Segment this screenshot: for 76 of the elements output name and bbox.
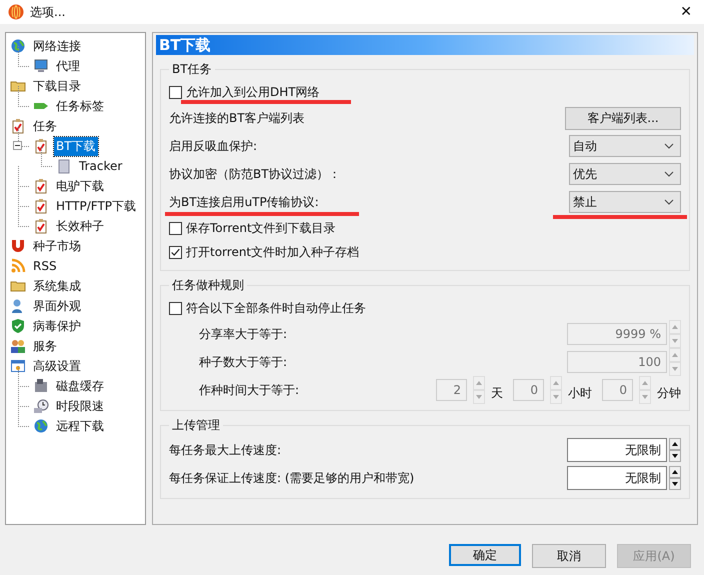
chevron-down-icon xyxy=(664,171,674,177)
tree-item[interactable]: Tracker xyxy=(77,158,124,174)
field-label: 每任务最大上传速度: xyxy=(169,442,282,458)
rss-icon xyxy=(10,258,26,274)
people-icon xyxy=(10,338,26,354)
chevron-down-icon xyxy=(664,143,674,149)
globe-icon xyxy=(33,418,49,434)
checkbox[interactable] xyxy=(169,222,182,234)
field-label: 作种时间大于等于: xyxy=(199,382,300,398)
tree-item[interactable]: 远程下载 xyxy=(54,416,106,436)
field-label: 协议加密（防范BT协议过滤）： xyxy=(169,166,341,182)
tree-item[interactable]: 下载目录 xyxy=(31,76,83,96)
field-label: 种子数大于等于: xyxy=(199,354,288,370)
box-icon xyxy=(56,158,72,174)
clip-icon xyxy=(10,118,26,134)
spin-arrows-icon[interactable] xyxy=(669,466,681,490)
monitor-icon xyxy=(33,58,49,74)
dialog-button[interactable]: 确定 xyxy=(449,544,521,566)
clip-icon xyxy=(33,218,49,234)
tree-item[interactable]: 高级设置 xyxy=(31,356,83,376)
clip-icon xyxy=(33,198,49,214)
tree-item[interactable]: 种子市场 xyxy=(31,236,83,256)
spin-arrows-icon[interactable] xyxy=(669,438,681,462)
checkbox-label: 允许加入到公用DHT网络 xyxy=(186,84,320,100)
close-button[interactable]: ✕ xyxy=(680,4,696,20)
group-title: 任务做种规则 xyxy=(171,277,245,294)
field-label: 启用反吸血保护: xyxy=(169,138,258,154)
unit-label: 小时 xyxy=(568,384,592,402)
tree-item[interactable]: 服务 xyxy=(31,336,59,356)
tree-item[interactable]: 时段限速 xyxy=(54,396,106,416)
tree-item[interactable]: 网络连接 xyxy=(31,36,83,56)
tree-item[interactable]: RSS xyxy=(31,258,59,274)
checkbox-label: 符合以下全部条件时自动停止任务 xyxy=(186,300,366,316)
clock-icon xyxy=(33,398,49,414)
group-title: BT任务 xyxy=(171,61,213,78)
window-icon xyxy=(10,358,26,374)
checkbox[interactable] xyxy=(169,86,182,98)
page-header: BT下载 xyxy=(156,35,694,55)
clip-icon xyxy=(33,138,49,154)
speed-field[interactable]: 无限制 xyxy=(567,438,667,462)
unit-label: 天 xyxy=(491,384,503,402)
client-list-button[interactable]: 客户端列表... xyxy=(565,106,681,130)
tree-item[interactable]: 病毒保护 xyxy=(31,316,83,336)
shield-icon xyxy=(10,318,26,334)
unit-label: 分钟 xyxy=(657,384,681,402)
collapse-toggle[interactable] xyxy=(13,141,22,150)
clip-icon xyxy=(33,178,49,194)
disk-icon xyxy=(33,378,49,394)
group-title: 上传管理 xyxy=(171,417,221,434)
dropdown[interactable]: 禁止 xyxy=(569,191,681,213)
magnet-icon xyxy=(10,238,26,254)
tree-item[interactable]: 长效种子 xyxy=(54,216,106,236)
checkbox[interactable] xyxy=(169,246,182,258)
field-label: 每任务保证上传速度: (需要足够的用户和带宽) xyxy=(169,470,414,486)
tree-item[interactable]: 界面外观 xyxy=(31,296,83,316)
tree-item[interactable]: 任务标签 xyxy=(54,96,106,116)
dialog-button[interactable]: 取消 xyxy=(532,544,606,568)
app-logo-icon xyxy=(8,4,24,20)
dropdown[interactable]: 自动 xyxy=(569,135,681,157)
chevron-down-icon xyxy=(664,199,674,205)
checkbox-label: 保存Torrent文件到下载目录 xyxy=(186,220,336,236)
speed-field[interactable]: 无限制 xyxy=(567,466,667,490)
tree-item[interactable]: 系统集成 xyxy=(31,276,83,296)
checkbox-label: 打开torrent文件时加入种子存档 xyxy=(186,244,360,260)
tree-item[interactable]: 磁盘缓存 xyxy=(54,376,106,396)
tree-item[interactable]: 电驴下载 xyxy=(54,176,106,196)
globe-icon xyxy=(10,38,26,54)
dropdown[interactable]: 优先 xyxy=(569,163,681,185)
field-label: 分享率大于等于: xyxy=(199,326,288,342)
tree-item[interactable]: HTTP/FTP下载 xyxy=(54,196,138,216)
tree-item[interactable]: BT下载 xyxy=(54,136,98,156)
field-label: 为BT连接启用uTP传输协议: xyxy=(169,194,319,210)
tree-item[interactable]: 代理 xyxy=(54,56,82,76)
tree-item[interactable]: 任务 xyxy=(31,116,59,136)
field-label: 允许连接的BT客户端列表 xyxy=(169,110,305,126)
window-title: 选项... xyxy=(30,4,66,20)
